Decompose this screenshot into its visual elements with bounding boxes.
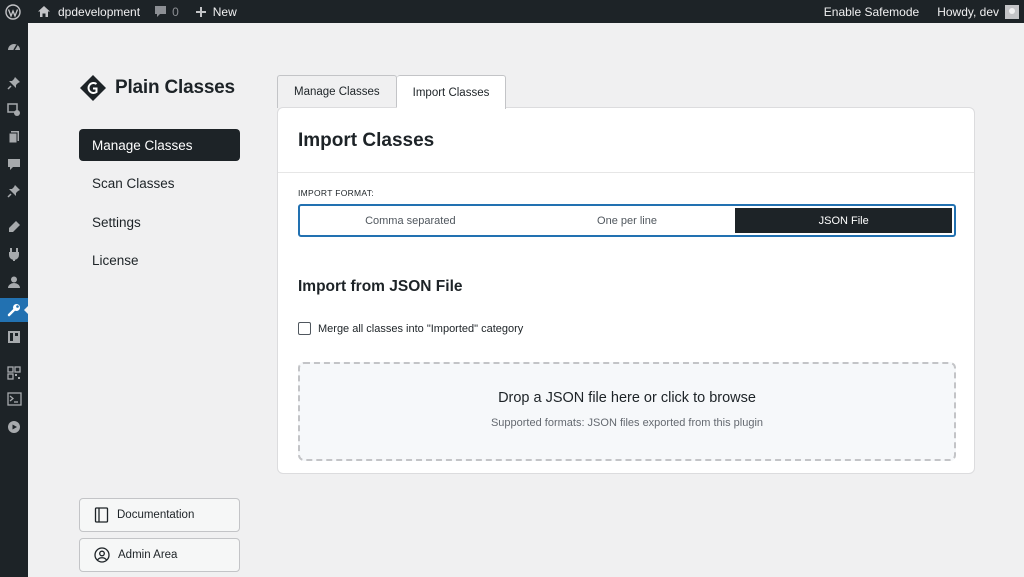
comments-count: 0: [172, 4, 179, 19]
avatar: [1005, 4, 1019, 19]
comments-link[interactable]: 0: [146, 0, 185, 23]
import-card: Import Classes IMPORT FORMAT: Comma sepa…: [277, 107, 975, 474]
section-title: Import from JSON File: [298, 278, 463, 295]
home-icon: [38, 6, 50, 17]
pin-icon[interactable]: [0, 179, 28, 203]
new-label: New: [212, 4, 237, 19]
dashboard-icon[interactable]: [0, 35, 28, 59]
dropzone-title: Drop a JSON file here or click to browse: [498, 390, 756, 406]
card-header: Import Classes: [278, 108, 974, 173]
media-icon[interactable]: [0, 98, 28, 122]
pages-icon[interactable]: [0, 125, 28, 149]
nav-settings[interactable]: Settings: [79, 206, 240, 238]
wordpress-logo-icon[interactable]: [0, 0, 31, 23]
book-icon: [94, 507, 109, 523]
documentation-button[interactable]: Documentation: [79, 498, 240, 532]
tab-import-classes[interactable]: Import Classes: [396, 75, 507, 109]
new-content-link[interactable]: New: [185, 0, 243, 23]
dropzone-subtitle: Supported formats: JSON files exported f…: [490, 417, 764, 429]
nav-scan-classes[interactable]: Scan Classes: [79, 168, 240, 200]
site-name: dpdevelopment: [58, 4, 141, 19]
import-format-label: IMPORT FORMAT:: [298, 188, 374, 198]
site-name-link[interactable]: dpdevelopment: [31, 0, 146, 23]
plain-classes-logo-icon: [80, 75, 106, 101]
admin-area-button[interactable]: Admin Area: [79, 538, 240, 572]
documentation-label: Documentation: [117, 509, 195, 521]
terminal-icon[interactable]: [0, 387, 28, 411]
admin-bar: dpdevelopment 0 New Enable Safemode Howd…: [0, 0, 1024, 23]
howdy-label: Howdy, dev: [937, 4, 999, 19]
user-circle-icon: [94, 547, 110, 563]
admin-menu: [0, 23, 29, 577]
layout-icon[interactable]: [0, 325, 28, 349]
plugin-name: Plain Classes: [115, 77, 235, 98]
play-icon[interactable]: [0, 415, 28, 439]
tools-icon[interactable]: [0, 298, 29, 322]
enable-safemode-link[interactable]: Enable Safemode: [818, 0, 931, 23]
format-json-file[interactable]: JSON File: [735, 208, 953, 233]
json-dropzone[interactable]: Drop a JSON file here or click to browse…: [298, 362, 956, 461]
merge-checkbox[interactable]: [298, 322, 311, 335]
format-one-per-line[interactable]: One per line: [519, 208, 736, 233]
users-icon[interactable]: [0, 270, 28, 294]
admin-area-label: Admin Area: [118, 549, 178, 561]
nav-manage-classes[interactable]: Manage Classes: [79, 129, 240, 161]
plugin-logo: Plain Classes: [79, 74, 235, 102]
comment-icon: [155, 6, 167, 17]
page-title: Import Classes: [298, 130, 435, 151]
import-format-selector: Comma separated One per line JSON File: [298, 204, 956, 237]
format-comma-separated[interactable]: Comma separated: [302, 208, 519, 233]
appearance-icon[interactable]: [0, 215, 28, 239]
nav-license[interactable]: License: [79, 245, 240, 277]
qr-icon[interactable]: [0, 361, 28, 385]
plugin-nav: Manage Classes Scan Classes Settings Lic…: [79, 129, 240, 283]
comments-icon[interactable]: [0, 152, 28, 176]
tab-bar: Manage Classes Import Classes: [277, 75, 507, 109]
tab-manage-classes[interactable]: Manage Classes: [277, 75, 397, 108]
plus-icon: [195, 6, 206, 17]
account-menu[interactable]: Howdy, dev: [931, 0, 1024, 23]
plugins-icon[interactable]: [0, 242, 28, 266]
merge-label: Merge all classes into "Imported" catego…: [318, 322, 524, 335]
pin-icon[interactable]: [0, 71, 28, 95]
merge-option[interactable]: Merge all classes into "Imported" catego…: [298, 322, 523, 335]
